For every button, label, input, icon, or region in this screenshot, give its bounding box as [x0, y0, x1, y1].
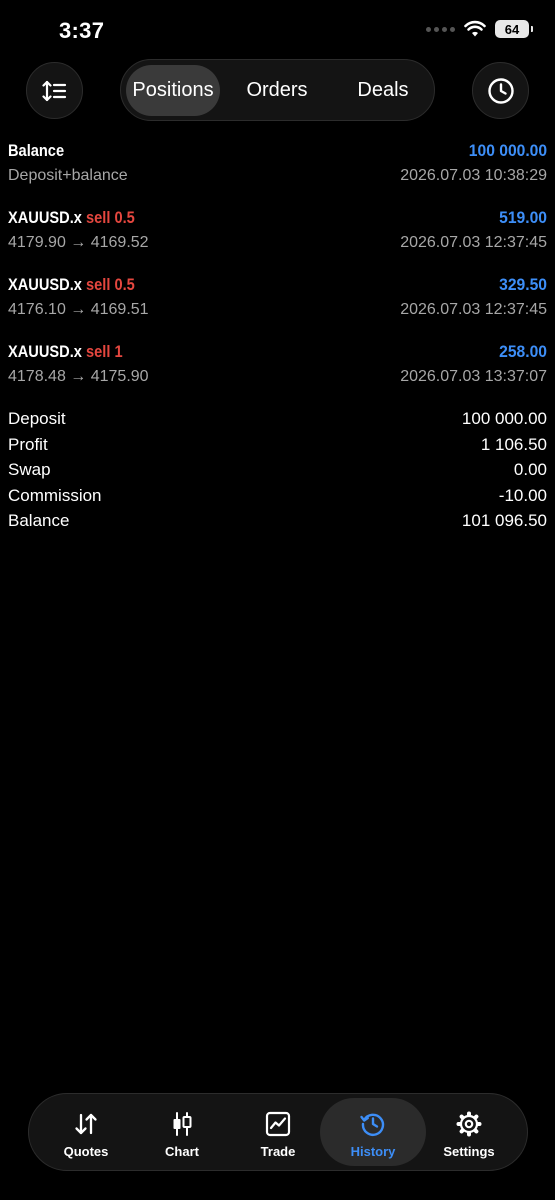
item-symbol: XAUUSD.x [8, 275, 82, 294]
summary-value: 101 096.50 [461, 511, 547, 530]
tab-orders[interactable]: Orders [229, 65, 325, 116]
item-time: 2026.07.03 13:37:07 [400, 368, 547, 385]
item-symbol: XAUUSD.x [8, 342, 82, 361]
summary-value: -10.00 [498, 485, 547, 505]
tab-settings[interactable]: Settings [420, 1098, 518, 1166]
item-side: sell 0.5 [86, 275, 135, 294]
tab-deals[interactable]: Deals [335, 65, 431, 116]
item-title: XAUUSD.x sell 1 [8, 342, 123, 362]
item-title: Balance [8, 141, 64, 161]
clock-icon [487, 77, 514, 104]
status-time: 3:37 [59, 18, 105, 43]
chart-icon [173, 1112, 192, 1136]
tab-history[interactable]: History [320, 1098, 426, 1166]
wifi-icon [464, 20, 486, 37]
item-description: Deposit+balance [8, 167, 128, 184]
tab-label: Settings [443, 1144, 495, 1159]
history-summary: Deposit 100 000.00 Profit 1 106.50 Swap … [8, 409, 547, 537]
item-symbol: XAUUSD.x [8, 208, 82, 227]
tab-chart[interactable]: Chart [133, 1098, 231, 1166]
status-bar: 3:37 64 [0, 0, 555, 64]
summary-swap: Swap 0.00 [8, 460, 547, 486]
summary-label: Deposit [8, 409, 66, 428]
summary-label: Commission [8, 485, 102, 505]
tab-switcher: Positions Orders Deals [120, 59, 435, 121]
cellular-signal-icon [426, 26, 455, 32]
status-indicators: 64 [426, 20, 533, 38]
summary-value: 0.00 [513, 460, 547, 479]
summary-label: Balance [8, 511, 70, 530]
sort-button[interactable] [26, 62, 83, 119]
item-time: 2026.07.03 12:37:45 [400, 301, 547, 318]
item-amount: 258.00 [499, 342, 547, 361]
tab-label: Quotes [63, 1144, 109, 1159]
summary-value: 100 000.00 [461, 409, 547, 428]
item-symbol: Balance [8, 141, 65, 160]
history-icon [360, 1113, 385, 1136]
summary-profit: Profit 1 106.50 [8, 435, 547, 461]
item-amount: 519.00 [499, 208, 547, 227]
summary-value: 1 106.50 [480, 434, 547, 454]
summary-label: Profit [8, 434, 48, 454]
item-time: 2026.07.03 12:37:45 [400, 234, 547, 251]
tab-label: Chart [165, 1144, 199, 1159]
summary-deposit: Deposit 100 000.00 [8, 409, 547, 435]
tab-positions[interactable]: Positions [126, 65, 220, 116]
item-prices: 4179.90 → 4169.52 [8, 234, 149, 251]
tab-label: History [350, 1144, 396, 1159]
settings-icon [456, 1111, 482, 1137]
tab-label: Trade [260, 1144, 296, 1159]
item-title: XAUUSD.x sell 0.5 [8, 275, 135, 295]
item-prices: 4178.48 → 4175.90 [8, 368, 149, 385]
period-button[interactable] [472, 62, 529, 119]
summary-commission: Commission -10.00 [8, 486, 547, 512]
trade-icon [265, 1111, 291, 1137]
summary-balance: Balance 101 096.50 [8, 511, 547, 537]
item-amount: 329.50 [499, 275, 547, 294]
item-prices: 4176.10 → 4169.51 [8, 301, 149, 318]
tab-quotes[interactable]: Quotes [37, 1098, 135, 1166]
item-side: sell 1 [86, 342, 123, 361]
battery-indicator: 64 [495, 20, 533, 38]
bottom-tab-bar: Quotes Chart Trade History Settings [28, 1093, 528, 1171]
tab-trade[interactable]: Trade [229, 1098, 327, 1166]
quotes-icon [75, 1113, 97, 1135]
item-time: 2026.07.03 10:38:29 [400, 167, 547, 184]
item-title: XAUUSD.x sell 0.5 [8, 208, 135, 228]
sort-icon [41, 80, 66, 101]
summary-label: Swap [8, 460, 51, 479]
item-side: sell 0.5 [86, 208, 135, 227]
item-amount: 100 000.00 [468, 141, 547, 160]
